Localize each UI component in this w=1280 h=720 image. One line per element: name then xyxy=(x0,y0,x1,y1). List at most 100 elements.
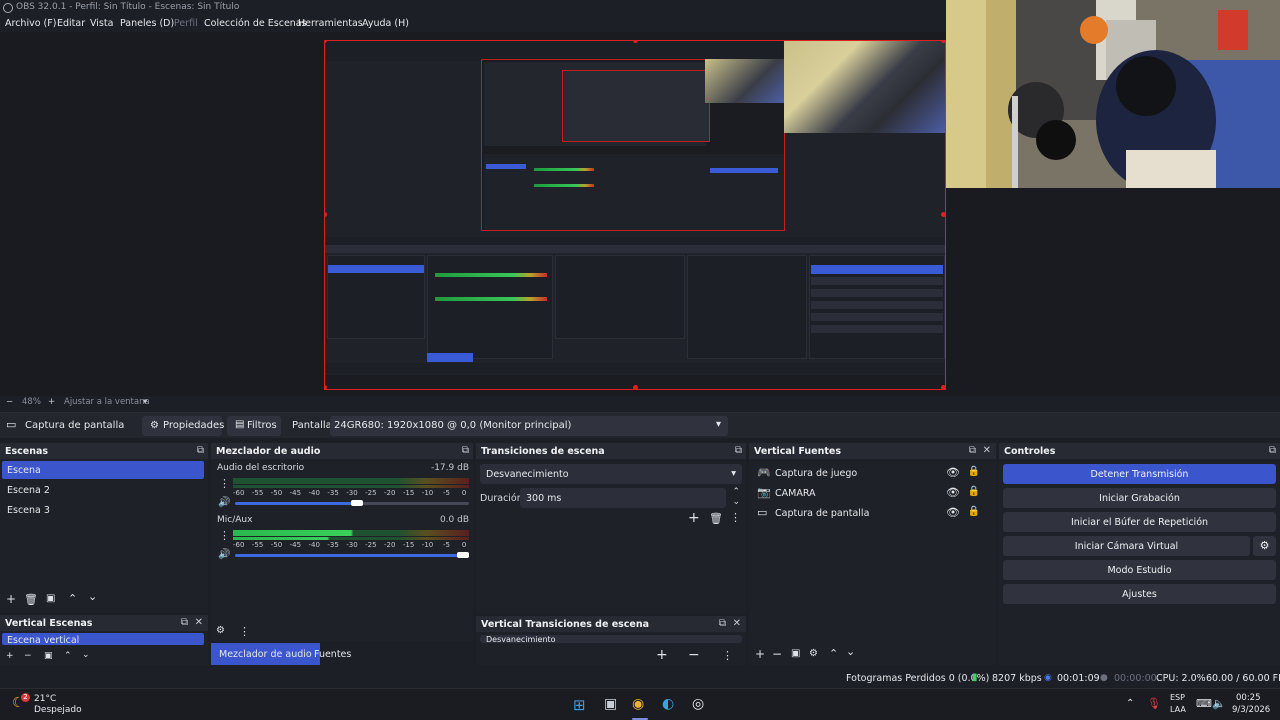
float-dock-icon[interactable]: ⧉ xyxy=(969,445,976,456)
more-icon[interactable]: ⋮ xyxy=(722,649,733,662)
float-dock-icon[interactable]: ⧉ xyxy=(181,617,188,628)
advanced-audio-gear-icon[interactable]: ⚙ xyxy=(216,625,225,636)
display-select[interactable]: 24GR680: 1920x1080 @ 0,0 (Monitor princi… xyxy=(330,416,728,436)
source-item[interactable]: 🎮 Captura de juego 👁 🔒 xyxy=(753,465,986,483)
scene-item[interactable]: Escena xyxy=(2,461,204,479)
filters-button[interactable]: ▤ Filtros xyxy=(227,416,281,436)
close-icon[interactable]: ✕ xyxy=(983,445,991,456)
resize-handle[interactable] xyxy=(325,212,327,217)
zoom-in-icon[interactable]: + xyxy=(48,397,55,407)
obs-taskbar-icon[interactable]: ◎ xyxy=(692,696,704,712)
zoom-dropdown-icon[interactable]: ▾ xyxy=(143,397,147,407)
chevron-up-icon[interactable]: ⌃ xyxy=(1126,698,1134,709)
chrome-icon[interactable]: ◉ xyxy=(632,696,644,712)
start-replay-buffer-button[interactable]: Iniciar el Búfer de Repetición xyxy=(1003,512,1276,532)
lock-icon[interactable]: 🔒 xyxy=(968,486,980,497)
gear-icon[interactable]: ⚙ xyxy=(809,648,818,659)
lock-icon[interactable]: 🔒 xyxy=(968,506,980,517)
vertical-scene-item[interactable]: Escena vertical xyxy=(2,633,204,645)
volume-slider[interactable] xyxy=(235,502,357,505)
clock-time[interactable]: 00:25 xyxy=(1236,693,1261,703)
start-virtual-camera-button[interactable]: Iniciar Cámara Virtual xyxy=(1003,536,1250,556)
duration-spinbox[interactable]: 300 ms xyxy=(520,488,726,508)
add-icon[interactable]: + xyxy=(6,651,14,661)
menu-archivo[interactable]: Archivo (F) xyxy=(5,18,56,29)
add-icon[interactable]: + xyxy=(755,647,765,661)
chevron-up-icon[interactable]: ⌃ xyxy=(64,651,72,661)
more-icon[interactable]: ⋮ xyxy=(239,625,250,638)
speaker-icon[interactable]: 🔊 xyxy=(218,497,230,508)
transition-select[interactable]: Desvanecimiento ▾ xyxy=(480,464,742,484)
source-item[interactable]: ▭ Captura de pantalla 👁 🔒 xyxy=(753,505,986,523)
add-icon[interactable]: + xyxy=(688,510,700,526)
settings-button[interactable]: Ajustes xyxy=(1003,584,1276,604)
menu-herramientas[interactable]: Herramientas xyxy=(298,18,363,29)
close-icon[interactable]: ✕ xyxy=(195,617,203,628)
spin-down-icon[interactable]: ⌄ xyxy=(732,497,740,507)
eye-icon[interactable]: 👁 xyxy=(946,466,960,479)
properties-button[interactable]: ⚙ Propiedades xyxy=(142,416,224,436)
trash-icon[interactable]: 🗑 xyxy=(24,593,38,606)
tab-sources[interactable]: Fuentes xyxy=(306,643,359,665)
remove-icon[interactable]: − xyxy=(24,651,32,661)
stop-stream-button[interactable]: Detener Transmisión xyxy=(1003,464,1276,484)
virtual-camera-settings-button[interactable]: ⚙ xyxy=(1253,536,1276,556)
chevron-up-icon[interactable]: ⌃ xyxy=(68,592,77,605)
start-recording-button[interactable]: Iniciar Grabación xyxy=(1003,488,1276,508)
chevron-down-icon[interactable]: ⌄ xyxy=(82,650,90,660)
more-icon[interactable]: ⋮ xyxy=(219,529,230,542)
eye-icon[interactable]: 👁 xyxy=(946,486,960,499)
float-dock-icon[interactable]: ⧉ xyxy=(735,445,742,456)
zoom-out-icon[interactable]: − xyxy=(6,397,13,407)
edge-icon[interactable]: ◐ xyxy=(662,696,674,712)
resize-handle[interactable] xyxy=(941,212,945,217)
chevron-up-icon[interactable]: ⌃ xyxy=(829,647,838,660)
volume-slider-knob[interactable] xyxy=(457,552,469,558)
scene-item[interactable]: Escena 3 xyxy=(2,501,204,519)
add-icon[interactable]: + xyxy=(6,592,16,606)
eye-icon[interactable]: 👁 xyxy=(946,506,960,519)
more-icon[interactable]: ⋮ xyxy=(219,477,230,490)
preview-canvas[interactable] xyxy=(324,40,946,390)
chevron-down-icon[interactable]: ⌄ xyxy=(88,590,97,603)
lock-icon[interactable]: 🔒 xyxy=(968,466,980,477)
filter-icon[interactable]: ▣ xyxy=(46,593,55,604)
volume-icon[interactable]: 🔈 xyxy=(1212,697,1226,710)
resize-handle[interactable] xyxy=(633,385,638,389)
source-item[interactable]: 📷 CAMARA 👁 🔒 xyxy=(753,485,986,503)
menu-paneles[interactable]: Paneles (D) xyxy=(120,18,174,29)
spin-up-icon[interactable]: ⌃ xyxy=(732,487,740,497)
clock-date[interactable]: 9/3/2026 xyxy=(1232,705,1270,715)
trash-icon[interactable]: 🗑 xyxy=(709,512,723,525)
scene-item[interactable]: Escena 2 xyxy=(2,481,204,499)
filter-icon[interactable]: ▣ xyxy=(791,648,800,659)
menu-coleccion-escenas[interactable]: Colección de Escenas xyxy=(204,18,307,29)
volume-slider-knob[interactable] xyxy=(351,500,363,506)
tab-audio-mixer[interactable]: Mezclador de audio xyxy=(211,643,320,665)
close-icon[interactable]: ✕ xyxy=(733,618,741,629)
resize-handle[interactable] xyxy=(325,385,327,389)
volume-slider[interactable] xyxy=(235,554,461,557)
remove-icon[interactable]: − xyxy=(688,647,700,663)
lang-bottom[interactable]: LAA xyxy=(1170,705,1186,714)
network-icon[interactable]: ⌨ xyxy=(1196,697,1212,710)
vertical-transition-select[interactable]: Desvanecimiento xyxy=(480,635,742,643)
filter-icon[interactable]: ▣ xyxy=(44,651,53,661)
remove-icon[interactable]: − xyxy=(772,647,782,661)
menu-editar[interactable]: Editar xyxy=(57,18,85,29)
studio-mode-button[interactable]: Modo Estudio xyxy=(1003,560,1276,580)
resize-handle[interactable] xyxy=(941,385,945,389)
windows-start-icon[interactable]: ⊞ xyxy=(573,696,586,714)
more-icon[interactable]: ⋮ xyxy=(730,511,741,524)
speaker-icon[interactable]: 🔊 xyxy=(218,549,230,560)
mic-icon[interactable]: 🎙 xyxy=(1147,697,1161,710)
menu-vista[interactable]: Vista xyxy=(90,18,113,29)
lang-top[interactable]: ESP xyxy=(1170,693,1185,702)
float-dock-icon[interactable]: ⧉ xyxy=(197,445,204,456)
float-dock-icon[interactable]: ⧉ xyxy=(719,618,726,629)
chevron-down-icon[interactable]: ⌄ xyxy=(846,645,855,658)
task-view-icon[interactable]: ▣ xyxy=(604,696,617,712)
fit-window-label[interactable]: Ajustar a la ventana xyxy=(64,397,150,407)
menu-ayuda[interactable]: Ayuda (H) xyxy=(362,18,409,29)
add-icon[interactable]: + xyxy=(656,647,668,663)
